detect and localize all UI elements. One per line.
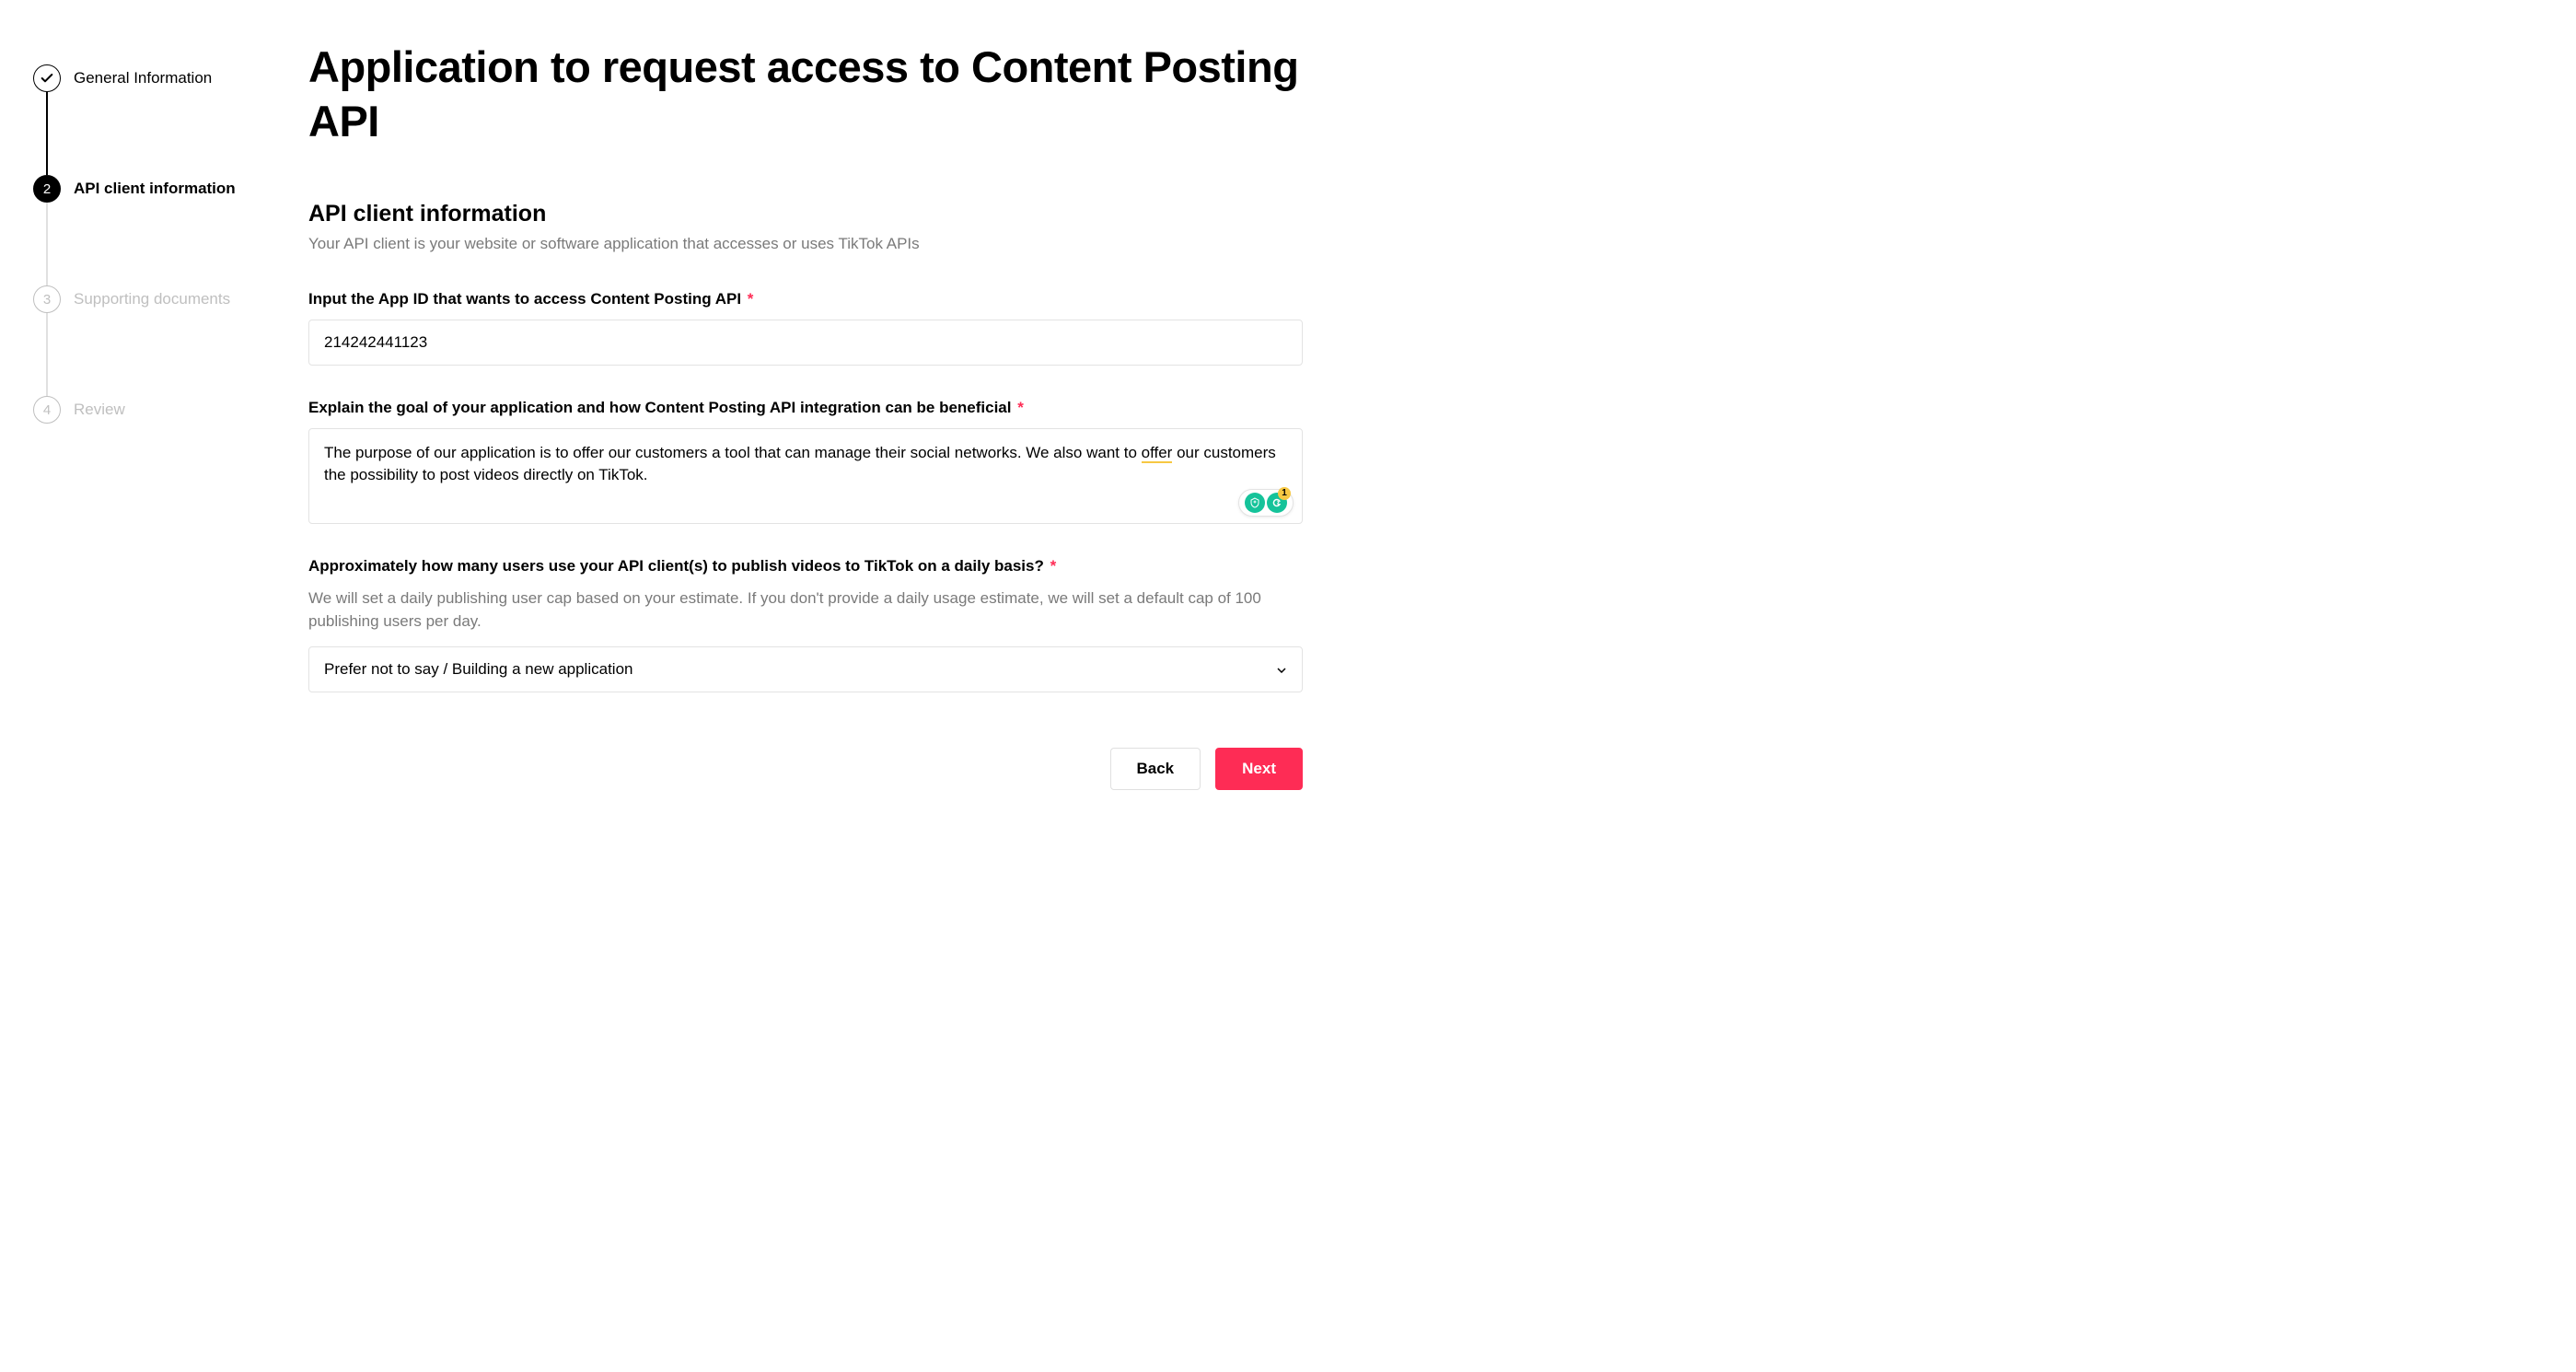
select-value: Prefer not to say / Building a new appli… <box>324 660 632 679</box>
suggestion-count: 1 <box>1278 487 1291 500</box>
step-sidebar: General Information 2 API client informa… <box>0 0 308 1372</box>
users-select[interactable]: Prefer not to say / Building a new appli… <box>308 646 1303 692</box>
step-connector <box>46 92 48 175</box>
field-label: Explain the goal of your application and… <box>308 399 1303 417</box>
step-supporting-documents[interactable]: 3 Supporting documents <box>33 285 281 313</box>
field-goal: Explain the goal of your application and… <box>308 399 1303 524</box>
field-app-id: Input the App ID that wants to access Co… <box>308 290 1303 366</box>
step-label: General Information <box>74 64 212 88</box>
step-label: Review <box>74 396 125 420</box>
required-mark: * <box>1050 557 1057 575</box>
main-content: Application to request access to Content… <box>308 0 1358 1372</box>
step-number-icon: 2 <box>33 175 61 203</box>
field-help-text: We will set a daily publishing user cap … <box>308 587 1303 634</box>
grammarly-icon: 1 <box>1267 493 1287 513</box>
step-api-client-information[interactable]: 2 API client information <box>33 175 281 203</box>
highlighted-word: offer <box>1142 444 1173 463</box>
required-mark: * <box>1017 399 1024 416</box>
back-button[interactable]: Back <box>1110 748 1201 790</box>
shield-icon <box>1245 493 1265 513</box>
label-text: Input the App ID that wants to access Co… <box>308 290 741 308</box>
step-review[interactable]: 4 Review <box>33 396 281 424</box>
grammarly-overlay[interactable]: 1 <box>1238 489 1294 517</box>
label-text: Approximately how many users use your AP… <box>308 557 1044 575</box>
step-number-icon: 4 <box>33 396 61 424</box>
field-label: Input the App ID that wants to access Co… <box>308 290 1303 308</box>
step-label: API client information <box>74 175 236 199</box>
footer-buttons: Back Next <box>308 748 1303 790</box>
page-title: Application to request access to Content… <box>308 41 1303 149</box>
field-users: Approximately how many users use your AP… <box>308 557 1303 692</box>
step-number-icon: 3 <box>33 285 61 313</box>
step-connector <box>46 313 48 396</box>
step-connector <box>46 203 48 285</box>
field-label: Approximately how many users use your AP… <box>308 557 1303 576</box>
step-general-information[interactable]: General Information <box>33 64 281 92</box>
label-text: Explain the goal of your application and… <box>308 399 1012 416</box>
step-label: Supporting documents <box>74 285 230 309</box>
app-id-input[interactable] <box>308 320 1303 366</box>
required-mark: * <box>748 290 754 308</box>
section-title: API client information <box>308 201 1303 227</box>
goal-textarea[interactable]: The purpose of our application is to off… <box>308 428 1303 524</box>
section-subtitle: Your API client is your website or softw… <box>308 235 1303 253</box>
checkmark-icon <box>33 64 61 92</box>
next-button[interactable]: Next <box>1215 748 1303 790</box>
